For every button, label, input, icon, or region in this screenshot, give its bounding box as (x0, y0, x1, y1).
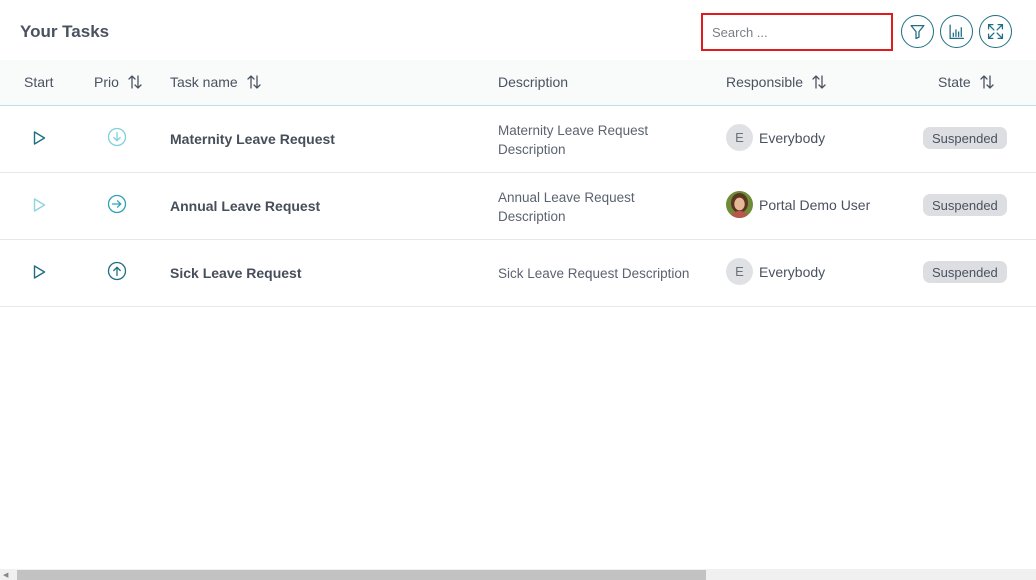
column-header-description: Description (498, 74, 569, 90)
filter-icon (910, 25, 925, 40)
table-header: Start Prio Task name Description Respons… (0, 60, 1036, 106)
play-icon[interactable] (31, 197, 47, 213)
arrow-down-circle-icon (107, 127, 127, 147)
arrow-right-circle-icon (107, 194, 127, 214)
sort-icon[interactable] (979, 74, 995, 90)
column-header-prio[interactable]: Prio (94, 74, 143, 90)
task-widget-header: Your Tasks (0, 0, 1036, 60)
search-input[interactable] (701, 13, 893, 51)
status-badge: Suspended (923, 194, 1007, 216)
column-header-responsible[interactable]: Responsible (726, 74, 827, 90)
status-badge: Suspended (923, 261, 1007, 283)
status-badge: Suspended (923, 127, 1007, 149)
scroll-left-icon[interactable]: ◀ (3, 571, 8, 579)
arrow-up-circle-icon (107, 261, 127, 281)
table-row[interactable]: Annual Leave Request Annual Leave Reques… (0, 173, 1036, 240)
responsible: E Everybody (726, 124, 825, 151)
avatar: E (726, 258, 753, 285)
sort-icon[interactable] (246, 74, 262, 90)
fullscreen-button[interactable] (979, 15, 1012, 48)
task-name[interactable]: Annual Leave Request (170, 198, 320, 214)
task-description: Annual Leave Request Description (498, 190, 635, 224)
avatar: E (726, 124, 753, 151)
column-header-state[interactable]: State (938, 74, 995, 90)
play-icon[interactable] (31, 130, 47, 146)
sort-icon[interactable] (127, 74, 143, 90)
scrollbar-thumb[interactable] (17, 570, 706, 580)
page-title: Your Tasks (20, 22, 110, 41)
table-row[interactable]: Maternity Leave Request Maternity Leave … (0, 106, 1036, 173)
column-header-task-name[interactable]: Task name (170, 74, 262, 90)
responsible: E Everybody (726, 258, 825, 285)
task-name[interactable]: Maternity Leave Request (170, 131, 335, 147)
columns-button[interactable] (940, 15, 973, 48)
table-row[interactable]: Sick Leave Request Sick Leave Request De… (0, 240, 1036, 307)
column-chart-icon (949, 24, 964, 40)
sort-icon[interactable] (811, 74, 827, 90)
task-description: Maternity Leave Request Description (498, 123, 649, 157)
task-description: Sick Leave Request Description (498, 266, 690, 281)
expand-icon (987, 23, 1004, 40)
avatar (726, 191, 753, 218)
filter-button[interactable] (901, 15, 934, 48)
play-icon[interactable] (31, 264, 47, 280)
responsible: Portal Demo User (726, 191, 870, 218)
task-name[interactable]: Sick Leave Request (170, 265, 302, 281)
column-header-start: Start (24, 74, 54, 90)
